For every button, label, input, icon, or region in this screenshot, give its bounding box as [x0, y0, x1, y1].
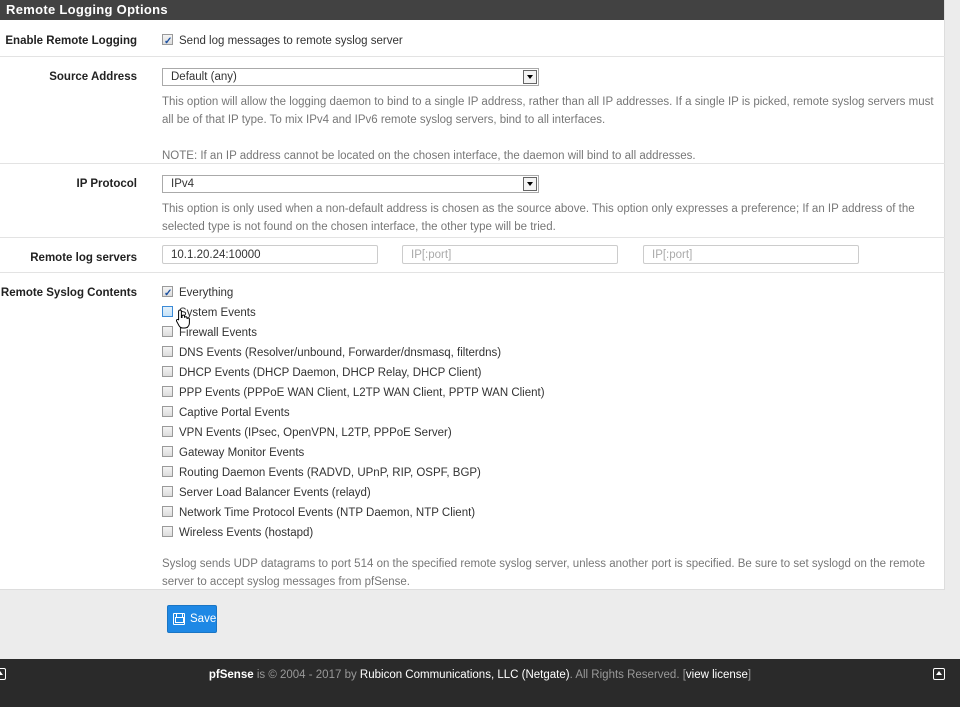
syslog-option-vpn[interactable]: VPN Events (IPsec, OpenVPN, L2TP, PPPoE … — [162, 423, 937, 443]
footer-bracket: ] — [747, 669, 752, 681]
syslog-option-wireless[interactable]: Wireless Events (hostapd) — [162, 523, 937, 543]
checkbox[interactable] — [162, 284, 173, 304]
syslog-option-everything[interactable]: Everything — [162, 283, 937, 304]
syslog-option-dhcp[interactable]: DHCP Events (DHCP Daemon, DHCP Relay, DH… — [162, 363, 937, 383]
checkbox[interactable] — [162, 386, 173, 398]
option-label: Routing Daemon Events (RADVD, UPnP, RIP,… — [179, 467, 481, 479]
option-label: PPP Events (PPPoE WAN Client, L2TP WAN C… — [179, 387, 545, 399]
ip-protocol-row: IP Protocol IPv4 This option is only use… — [0, 164, 945, 238]
scroll-top-icon[interactable] — [933, 668, 945, 680]
footer-company-link[interactable]: Rubicon Communications, LLC (Netgate) — [360, 669, 570, 681]
footer-rights: . All Rights Reserved. [ — [569, 669, 686, 681]
ip-protocol-label: IP Protocol — [76, 178, 138, 190]
checkbox[interactable] — [162, 426, 173, 438]
remote-server-1-input[interactable] — [162, 245, 378, 264]
option-label: Gateway Monitor Events — [179, 447, 305, 459]
checkbox[interactable] — [162, 306, 173, 318]
save-icon — [173, 613, 185, 625]
remote-server-2-input[interactable] — [402, 245, 618, 264]
ip-protocol-selected: IPv4 — [171, 178, 195, 190]
option-label: Everything — [179, 287, 234, 299]
option-label: Wireless Events (hostapd) — [179, 527, 314, 539]
syslog-option-captive-portal[interactable]: Captive Portal Events — [162, 403, 937, 423]
syslog-option-routing[interactable]: Routing Daemon Events (RADVD, UPnP, RIP,… — [162, 463, 937, 483]
enable-remote-logging-checkbox-label: Send log messages to remote syslog serve… — [179, 35, 403, 47]
checkbox[interactable] — [162, 466, 173, 478]
enable-remote-logging-row: Enable Remote Logging Send log messages … — [0, 20, 945, 57]
footer: pfSense is © 2004 - 2017 by Rubicon Comm… — [0, 659, 960, 707]
checkbox[interactable] — [162, 486, 173, 498]
dropdown-arrow-icon[interactable] — [523, 70, 537, 84]
option-label: Network Time Protocol Events (NTP Daemon… — [179, 507, 476, 519]
checkbox[interactable] — [162, 366, 173, 378]
footer-text: is © 2004 - 2017 by — [253, 669, 360, 681]
remote-server-3-input[interactable] — [643, 245, 859, 264]
syslog-option-ppp[interactable]: PPP Events (PPPoE WAN Client, L2TP WAN C… — [162, 383, 937, 403]
syslog-contents-help: Syslog sends UDP datagrams to port 514 o… — [162, 558, 926, 588]
enable-remote-logging-option[interactable]: Send log messages to remote syslog serve… — [162, 31, 937, 52]
source-address-selected: Default (any) — [171, 71, 237, 83]
checkbox[interactable] — [162, 346, 173, 358]
option-label: Captive Portal Events — [179, 407, 290, 419]
syslog-contents-list: Everything System Events Firewall Events… — [162, 283, 937, 591]
source-address-label: Source Address — [49, 71, 137, 83]
option-label: DNS Events (Resolver/unbound, Forwarder/… — [179, 347, 502, 359]
syslog-option-ntp[interactable]: Network Time Protocol Events (NTP Daemon… — [162, 503, 937, 523]
source-address-help: This option will allow the logging daemo… — [162, 93, 937, 165]
view-license-link[interactable]: view license — [686, 669, 748, 681]
remote-log-servers-label: Remote log servers — [30, 252, 137, 264]
footer-brand: pfSense — [208, 669, 254, 681]
enable-remote-logging-checkbox[interactable] — [162, 32, 173, 52]
syslog-option-gateway-monitor[interactable]: Gateway Monitor Events — [162, 443, 937, 463]
checkbox[interactable] — [162, 326, 173, 338]
source-address-help-text: This option will allow the logging daemo… — [162, 96, 934, 126]
footer-copyright: pfSense is © 2004 - 2017 by Rubicon Comm… — [0, 669, 960, 681]
checkbox[interactable] — [162, 446, 173, 458]
syslog-option-system[interactable]: System Events — [162, 303, 937, 323]
syslog-option-dns[interactable]: DNS Events (Resolver/unbound, Forwarder/… — [162, 343, 937, 363]
dropdown-arrow-icon[interactable] — [523, 177, 537, 191]
remote-syslog-contents-label: Remote Syslog Contents — [0, 287, 137, 299]
save-button[interactable]: Save — [167, 605, 217, 633]
source-address-note: NOTE: If an IP address cannot be located… — [162, 150, 696, 162]
enable-remote-logging-label: Enable Remote Logging — [5, 35, 137, 47]
remote-log-servers-row: Remote log servers — [0, 238, 945, 273]
hand-cursor-icon — [175, 309, 190, 329]
syslog-option-load-balancer[interactable]: Server Load Balancer Events (relayd) — [162, 483, 937, 503]
option-label: VPN Events (IPsec, OpenVPN, L2TP, PPPoE … — [179, 427, 452, 439]
checkbox[interactable] — [162, 506, 173, 518]
save-button-label: Save — [190, 613, 217, 625]
remote-syslog-contents-row: Remote Syslog Contents Everything System… — [0, 273, 945, 590]
ip-protocol-help: This option is only used when a non-defa… — [162, 203, 915, 233]
source-address-select[interactable]: Default (any) — [162, 68, 539, 86]
remote-logging-panel: Remote Logging Options Enable Remote Log… — [0, 0, 945, 590]
panel-title: Remote Logging Options — [0, 0, 944, 20]
option-label: DHCP Events (DHCP Daemon, DHCP Relay, DH… — [179, 367, 482, 379]
checkbox[interactable] — [162, 406, 173, 418]
option-label: Server Load Balancer Events (relayd) — [179, 487, 371, 499]
syslog-option-firewall[interactable]: Firewall Events — [162, 323, 937, 343]
ip-protocol-select[interactable]: IPv4 — [162, 175, 539, 193]
source-address-row: Source Address Default (any) This option… — [0, 57, 945, 164]
checkbox[interactable] — [162, 526, 173, 538]
